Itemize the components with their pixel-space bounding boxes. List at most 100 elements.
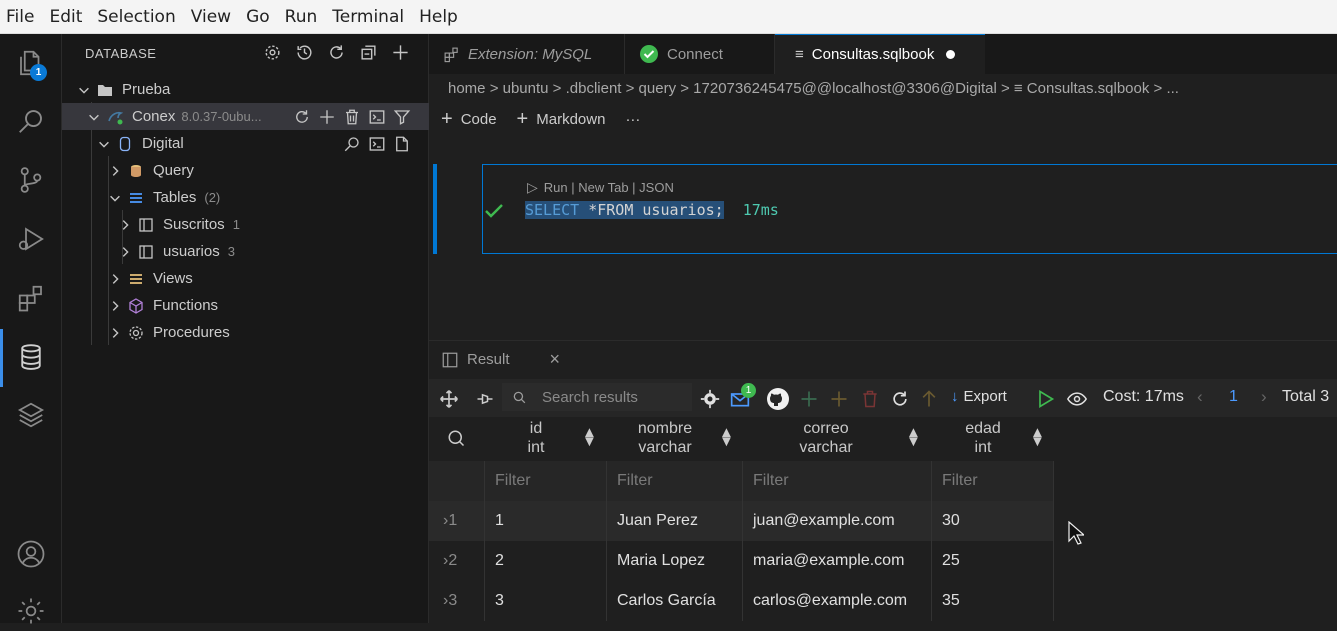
add-connection-icon[interactable] xyxy=(391,43,410,62)
tree-tables[interactable]: Tables (2) xyxy=(62,184,429,211)
cell-edad[interactable]: 35 xyxy=(932,581,1054,621)
cell-id[interactable]: 3 xyxy=(485,581,607,621)
search-icon[interactable] xyxy=(447,429,465,447)
table-row[interactable]: ›3 3 Carlos García carlos@example.com 35 xyxy=(429,581,1054,621)
add-markdown-button[interactable]: Markdown xyxy=(536,111,605,128)
copy-row-icon[interactable] xyxy=(829,389,849,409)
tree-views[interactable]: Views xyxy=(62,265,429,292)
trash-icon[interactable] xyxy=(343,108,361,126)
account-icon[interactable] xyxy=(16,539,46,569)
menu-terminal[interactable]: Terminal xyxy=(332,7,404,27)
cell-focus-indicator xyxy=(433,164,437,254)
gear-icon[interactable] xyxy=(16,596,46,626)
cell-nombre[interactable]: Maria Lopez xyxy=(607,541,743,581)
tree-table-item[interactable]: Suscritos 1 xyxy=(62,211,429,238)
collapse-all-icon[interactable] xyxy=(359,43,378,62)
cell-edad[interactable]: 25 xyxy=(932,541,1054,581)
filter-input-edad[interactable]: Filter xyxy=(932,461,1054,501)
add-row-icon[interactable] xyxy=(799,389,819,409)
export-button[interactable]: ↓ Export xyxy=(951,388,1007,405)
eye-icon[interactable] xyxy=(1065,389,1089,409)
arrow-up-icon[interactable] xyxy=(919,389,939,409)
terminal-icon[interactable] xyxy=(368,135,386,153)
tree-query[interactable]: Query xyxy=(62,157,429,184)
refresh-icon[interactable] xyxy=(890,389,910,409)
column-header-edad[interactable]: edad int xyxy=(953,419,1013,457)
layers-icon[interactable] xyxy=(16,400,46,430)
code-cell[interactable]: ▷ Run | New Tab | JSON SELECT *FROM usuar… xyxy=(482,164,1337,254)
menu-selection[interactable]: Selection xyxy=(97,7,175,27)
filter-input-correo[interactable]: Filter xyxy=(743,461,932,501)
close-icon[interactable]: × xyxy=(550,349,561,370)
sort-icon[interactable]: ▲ ▼ xyxy=(719,425,734,449)
cell-correo[interactable]: carlos@example.com xyxy=(743,581,932,621)
prev-page-icon[interactable]: ‹ xyxy=(1197,387,1203,407)
refresh-icon[interactable] xyxy=(327,43,346,62)
tree-database[interactable]: Digital xyxy=(62,130,429,157)
tree-functions[interactable]: Functions xyxy=(62,292,429,319)
tree-table-item[interactable]: usuarios 3 xyxy=(62,238,429,265)
chevron-right-icon xyxy=(112,165,119,176)
filter-input-nombre[interactable]: Filter xyxy=(607,461,743,501)
cell-id[interactable]: 1 xyxy=(485,501,607,541)
move-icon[interactable] xyxy=(439,389,459,409)
menu-view[interactable]: View xyxy=(191,7,231,27)
new-file-icon[interactable] xyxy=(393,135,411,153)
search-icon[interactable] xyxy=(16,106,46,136)
unsaved-dot-icon[interactable] xyxy=(946,50,956,59)
sort-icon[interactable]: ▲ ▼ xyxy=(906,425,921,449)
search-icon[interactable] xyxy=(343,135,361,153)
cell-nombre[interactable]: Juan Perez xyxy=(607,501,743,541)
run-debug-icon[interactable] xyxy=(16,224,46,254)
menu-go[interactable]: Go xyxy=(246,7,270,27)
sql-code[interactable]: SELECT *FROM usuarios; 17ms xyxy=(525,201,779,219)
menu-file[interactable]: File xyxy=(6,7,34,27)
menu-help[interactable]: Help xyxy=(419,7,458,27)
cell-nombre[interactable]: Carlos García xyxy=(607,581,743,621)
tree-connection-group[interactable]: Prueba xyxy=(62,76,429,103)
cell-correo[interactable]: juan@example.com xyxy=(743,501,932,541)
cell-correo[interactable]: maria@example.com xyxy=(743,541,932,581)
sort-icon[interactable]: ▲ ▼ xyxy=(582,425,597,449)
result-tab[interactable]: Result × xyxy=(441,349,560,370)
column-header-nombre[interactable]: nombre varchar xyxy=(621,419,709,457)
tab-consultas-sqlbook[interactable]: ≡ Consultas.sqlbook xyxy=(775,34,985,74)
add-code-button[interactable]: Code xyxy=(461,111,497,128)
tables-count: (2) xyxy=(204,190,221,205)
cell-id[interactable]: 2 xyxy=(485,541,607,581)
pin-icon[interactable] xyxy=(475,389,495,409)
refresh-icon[interactable] xyxy=(293,108,311,126)
sort-icon[interactable]: ▲ ▼ xyxy=(1030,425,1045,449)
play-icon[interactable] xyxy=(1035,389,1055,409)
cell-edad[interactable]: 30 xyxy=(932,501,1054,541)
add-icon[interactable] xyxy=(318,108,336,126)
table-row[interactable]: ›2 2 Maria Lopez maria@example.com 25 xyxy=(429,541,1054,581)
menu-run[interactable]: Run xyxy=(285,7,318,27)
database-icon[interactable] xyxy=(16,342,46,372)
github-icon[interactable] xyxy=(766,387,790,411)
column-header-id[interactable]: id int xyxy=(511,419,561,457)
tree-connection[interactable]: Conex 8.0.37-0ubu... xyxy=(62,103,429,130)
current-page[interactable]: 1 xyxy=(1229,388,1238,406)
codelens-actions[interactable]: Run | New Tab | JSON xyxy=(544,180,674,195)
next-page-icon[interactable]: › xyxy=(1261,387,1267,407)
gear-icon[interactable] xyxy=(700,389,720,409)
tab-extension-mysql[interactable]: Extension: MySQL xyxy=(429,34,625,74)
menu-edit[interactable]: Edit xyxy=(49,7,82,27)
tab-connect[interactable]: Connect xyxy=(625,34,775,74)
breadcrumb[interactable]: home > ubuntu > .dbclient > query > 1720… xyxy=(448,80,1179,97)
filter-input-id[interactable]: Filter xyxy=(485,461,607,501)
column-header-correo[interactable]: correo varchar xyxy=(781,419,871,457)
terminal-icon[interactable] xyxy=(368,108,386,126)
table-row[interactable]: ›1 1 Juan Perez juan@example.com 30 xyxy=(429,501,1054,541)
search-results-input[interactable]: Search results xyxy=(502,383,692,411)
source-control-icon[interactable] xyxy=(16,165,46,195)
extensions-icon[interactable] xyxy=(16,283,46,313)
tree-procedures[interactable]: Procedures xyxy=(62,319,429,346)
settings-icon[interactable] xyxy=(263,43,282,62)
trash-icon[interactable] xyxy=(860,389,880,409)
more-actions-button[interactable]: ··· xyxy=(625,111,640,128)
history-icon[interactable] xyxy=(295,43,314,62)
connection-actions xyxy=(293,108,411,126)
filter-icon[interactable] xyxy=(393,108,411,126)
